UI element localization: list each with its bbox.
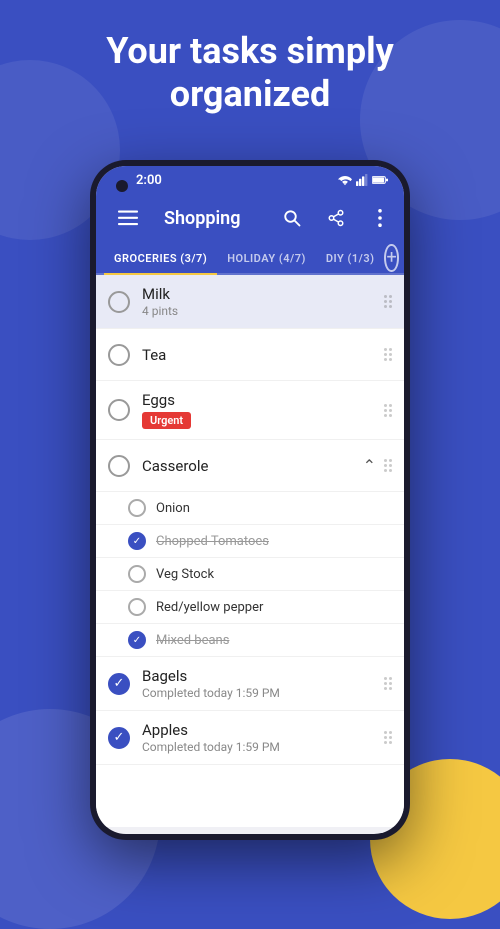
phone-screen: 2:00: [96, 166, 404, 834]
drag-handle-milk: [376, 291, 396, 312]
task-content-apples: Apples Completed today 1:59 PM: [142, 721, 376, 754]
hero-title: Your tasks simply organized: [0, 30, 500, 116]
subtask-name-pepper: Red/yellow pepper: [156, 600, 263, 615]
task-checkbox-bagels[interactable]: [108, 673, 130, 695]
share-button[interactable]: [320, 202, 352, 234]
task-list: Milk 4 pints Tea: [96, 275, 404, 827]
subtask-name-onion: Onion: [156, 501, 190, 516]
subtask-name-tomatoes: Chopped Tomatoes: [156, 534, 269, 549]
task-content-bagels: Bagels Completed today 1:59 PM: [142, 667, 376, 700]
tabs-bar: GROCERIES (3/7) HOLIDAY (4/7) DIY (1/3) …: [96, 242, 404, 275]
task-content-eggs: Eggs Urgent: [142, 391, 376, 429]
task-checkbox-milk[interactable]: [108, 291, 130, 313]
drag-handle-apples: [376, 727, 396, 748]
subtask-beans[interactable]: Mixed beans: [96, 624, 404, 657]
subtask-check-beans[interactable]: [128, 631, 146, 649]
more-icon: [378, 209, 382, 227]
task-tag-eggs: Urgent: [142, 412, 191, 429]
search-button[interactable]: [276, 202, 308, 234]
signal-icon: [356, 174, 368, 186]
status-bar: 2:00: [96, 166, 404, 194]
task-name-casserole: Casserole: [142, 457, 363, 475]
task-content-milk: Milk 4 pints: [142, 285, 376, 318]
tab-holiday[interactable]: HOLIDAY (4/7): [217, 242, 316, 273]
subtask-onion[interactable]: Onion: [96, 492, 404, 525]
task-name-milk: Milk: [142, 285, 376, 303]
task-name-eggs: Eggs: [142, 391, 376, 409]
drag-handle-casserole: [376, 455, 396, 476]
wifi-icon: [338, 174, 352, 186]
status-icons: [338, 174, 388, 186]
drag-handle-tea: [376, 344, 396, 365]
drag-handle-bagels: [376, 673, 396, 694]
task-checkbox-tea[interactable]: [108, 344, 130, 366]
menu-button[interactable]: [112, 202, 144, 234]
task-name-tea: Tea: [142, 346, 376, 364]
task-name-bagels: Bagels: [142, 667, 376, 685]
subtask-name-beans: Mixed beans: [156, 633, 229, 648]
task-sub-bagels: Completed today 1:59 PM: [142, 686, 376, 700]
camera-notch: [116, 180, 128, 192]
drag-handle-eggs: [376, 400, 396, 421]
task-name-apples: Apples: [142, 721, 376, 739]
subtask-pepper[interactable]: Red/yellow pepper: [96, 591, 404, 624]
battery-icon: [372, 175, 388, 185]
task-checkbox-casserole[interactable]: [108, 455, 130, 477]
subtask-check-pepper[interactable]: [128, 598, 146, 616]
status-time: 2:00: [136, 173, 162, 188]
tab-diy[interactable]: DIY (1/3): [316, 242, 385, 273]
task-item-tea[interactable]: Tea: [96, 329, 404, 381]
subtask-container: Onion Chopped Tomatoes Veg Stock Red/yel…: [96, 492, 404, 657]
collapse-subtasks-button[interactable]: ⌃: [363, 456, 376, 475]
phone-mockup: 2:00: [90, 160, 410, 880]
task-sub-apples: Completed today 1:59 PM: [142, 740, 376, 754]
subtask-name-vegstock: Veg Stock: [156, 567, 214, 582]
task-sub-milk: 4 pints: [142, 304, 376, 318]
search-icon: [283, 209, 301, 227]
subtask-vegstock[interactable]: Veg Stock: [96, 558, 404, 591]
tab-groceries[interactable]: GROCERIES (3/7): [104, 242, 217, 273]
task-item-casserole[interactable]: Casserole ⌃: [96, 440, 404, 492]
phone-outer-shell: 2:00: [90, 160, 410, 840]
task-item-milk[interactable]: Milk 4 pints: [96, 275, 404, 329]
task-checkbox-apples[interactable]: [108, 727, 130, 749]
add-tab-button[interactable]: +: [384, 244, 398, 272]
task-item-apples[interactable]: Apples Completed today 1:59 PM: [96, 711, 404, 765]
subtask-check-onion[interactable]: [128, 499, 146, 517]
task-content-tea: Tea: [142, 346, 376, 364]
subtask-check-vegstock[interactable]: [128, 565, 146, 583]
hero-section: Your tasks simply organized: [0, 30, 500, 116]
more-button[interactable]: [364, 202, 396, 234]
app-title: Shopping: [164, 208, 264, 229]
menu-icon: [118, 210, 138, 226]
task-checkbox-eggs[interactable]: [108, 399, 130, 421]
subtask-tomatoes[interactable]: Chopped Tomatoes: [96, 525, 404, 558]
app-bar: Shopping: [96, 194, 404, 242]
task-content-casserole: Casserole: [142, 457, 363, 475]
subtask-check-tomatoes[interactable]: [128, 532, 146, 550]
task-item-eggs[interactable]: Eggs Urgent: [96, 381, 404, 440]
share-icon: [327, 209, 345, 227]
task-item-bagels[interactable]: Bagels Completed today 1:59 PM: [96, 657, 404, 711]
